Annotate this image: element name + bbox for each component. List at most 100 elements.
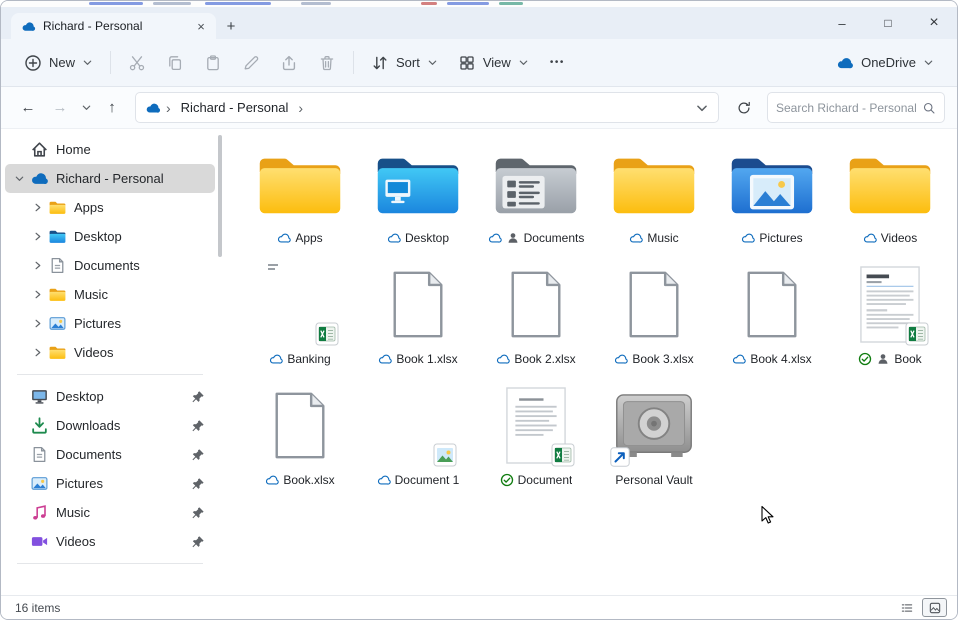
chevron-right-icon[interactable] (29, 260, 45, 272)
up-button[interactable]: ↑ (97, 93, 127, 122)
large-icons-view-button[interactable] (922, 598, 947, 617)
search-input[interactable] (776, 101, 916, 115)
tile-book-1-xlsx[interactable]: Book 1.xlsx (359, 258, 477, 379)
sidebar-item-apps[interactable]: Apps (23, 193, 215, 222)
breadcrumb-item[interactable]: Richard - Personal (176, 99, 294, 116)
chevron-right-icon[interactable] (29, 347, 45, 359)
onedrive-status-button[interactable]: OneDrive (827, 46, 943, 80)
chevron-right-icon[interactable] (29, 318, 45, 330)
download-icon (30, 416, 49, 435)
tile-banking[interactable]: Banking (241, 258, 359, 379)
blank-file-icon (627, 270, 681, 339)
sidebar-item-label: Richard - Personal (56, 171, 164, 186)
tile-document[interactable]: Document (477, 379, 595, 500)
address-bar[interactable]: › Richard - Personal › (135, 92, 719, 123)
tile-desktop[interactable]: Desktop (359, 137, 477, 258)
excel-badge-icon (551, 443, 575, 467)
view-toggles (894, 598, 947, 617)
chevron-right-icon[interactable] (29, 289, 45, 301)
sidebar-item-videos-pinned[interactable]: Videos (5, 527, 215, 556)
file-name: Documents (524, 231, 585, 245)
sidebar-divider (17, 563, 203, 564)
cut-icon (128, 54, 146, 72)
file-name: Document (518, 473, 573, 487)
more-options-button[interactable]: ••• (540, 46, 575, 80)
artifact-dash (421, 2, 437, 5)
close-button[interactable]: × (911, 7, 957, 39)
minimize-button[interactable]: – (819, 7, 865, 39)
explorer-tab[interactable]: Richard - Personal × (11, 13, 216, 39)
new-tab-button[interactable]: + (218, 15, 244, 37)
sidebar-item-documents[interactable]: Documents (23, 251, 215, 280)
tab-close-button[interactable]: × (192, 17, 210, 35)
tile-videos[interactable]: Videos (831, 137, 949, 258)
maximize-button[interactable]: □ (865, 7, 911, 39)
tile-document-1[interactable]: Document 1 (359, 379, 477, 500)
refresh-button[interactable] (729, 93, 759, 122)
tile-book-3-xlsx[interactable]: Book 3.xlsx (595, 258, 713, 379)
sort-button[interactable]: Sort (362, 46, 447, 80)
view-button[interactable]: View (449, 46, 538, 80)
file-name: Book 3.xlsx (632, 352, 693, 366)
tile-personal-vault[interactable]: Personal Vault (595, 379, 713, 500)
delete-button[interactable] (309, 46, 345, 80)
explorer-body: Home Richard - Personal Apps Desktop Doc (1, 129, 957, 595)
folder-icon (844, 148, 936, 219)
status-bar: 16 items (1, 595, 957, 619)
toolbar-divider (353, 51, 354, 74)
breadcrumb-separator: › (165, 100, 172, 116)
share-button[interactable] (271, 46, 307, 80)
tile-book-4-xlsx[interactable]: Book 4.xlsx (713, 258, 831, 379)
pin-icon (191, 419, 205, 433)
chevron-right-icon[interactable] (29, 202, 45, 214)
rename-button[interactable] (233, 46, 269, 80)
tile-documents[interactable]: Documents (477, 137, 595, 258)
copy-button[interactable] (157, 46, 193, 80)
details-view-icon (900, 601, 914, 615)
sidebar-item-documents-pinned[interactable]: Documents (5, 440, 215, 469)
sidebar-item-downloads-pinned[interactable]: Downloads (5, 411, 215, 440)
tile-book-2-xlsx[interactable]: Book 2.xlsx (477, 258, 595, 379)
excel-badge-icon (905, 322, 929, 346)
shared-person-icon (876, 352, 890, 366)
tab-title: Richard - Personal (43, 19, 185, 33)
sidebar-item-label: Pictures (56, 476, 103, 491)
sidebar-item-music-pinned[interactable]: Music (5, 498, 215, 527)
tile-book-xlsx[interactable]: Book.xlsx (241, 379, 359, 500)
details-view-button[interactable] (894, 598, 919, 617)
folder-icon (48, 343, 67, 362)
chevron-right-icon[interactable] (29, 231, 45, 243)
synced-check-icon (858, 352, 872, 366)
sidebar-item-desktop-pinned[interactable]: Desktop (5, 382, 215, 411)
cloud-status-icon (378, 352, 392, 366)
sidebar-item-label: Documents (56, 447, 122, 462)
chevron-down-icon[interactable] (11, 173, 27, 185)
tile-music[interactable]: Music (595, 137, 713, 258)
sidebar-item-music[interactable]: Music (23, 280, 215, 309)
new-button-label: New (49, 55, 75, 70)
artifact-dash (205, 2, 271, 5)
sidebar-item-pictures[interactable]: Pictures (23, 309, 215, 338)
desktop-folder-icon (372, 148, 464, 219)
picture-icon (30, 474, 49, 493)
sidebar-item-home[interactable]: Home (5, 135, 215, 164)
cut-button[interactable] (119, 46, 155, 80)
paste-button[interactable] (195, 46, 231, 80)
tile-book[interactable]: Book (831, 258, 949, 379)
documents-folder-icon (490, 148, 582, 219)
sidebar-scrollbar-thumb[interactable] (218, 135, 222, 257)
back-button[interactable]: ← (13, 93, 43, 122)
sidebar-item-pictures-pinned[interactable]: Pictures (5, 469, 215, 498)
search-icon (922, 101, 936, 115)
new-button[interactable]: New (15, 46, 102, 80)
sidebar-item-onedrive-root[interactable]: Richard - Personal (5, 164, 215, 193)
recent-locations-button[interactable] (77, 93, 95, 122)
address-dropdown-icon[interactable] (695, 101, 709, 115)
sidebar-item-label: Videos (56, 534, 96, 549)
sidebar-item-desktop[interactable]: Desktop (23, 222, 215, 251)
tile-apps[interactable]: Apps (241, 137, 359, 258)
forward-button[interactable]: → (45, 93, 75, 122)
sidebar-item-videos[interactable]: Videos (23, 338, 215, 367)
tile-pictures[interactable]: Pictures (713, 137, 831, 258)
sidebar-item-label: Desktop (74, 229, 122, 244)
